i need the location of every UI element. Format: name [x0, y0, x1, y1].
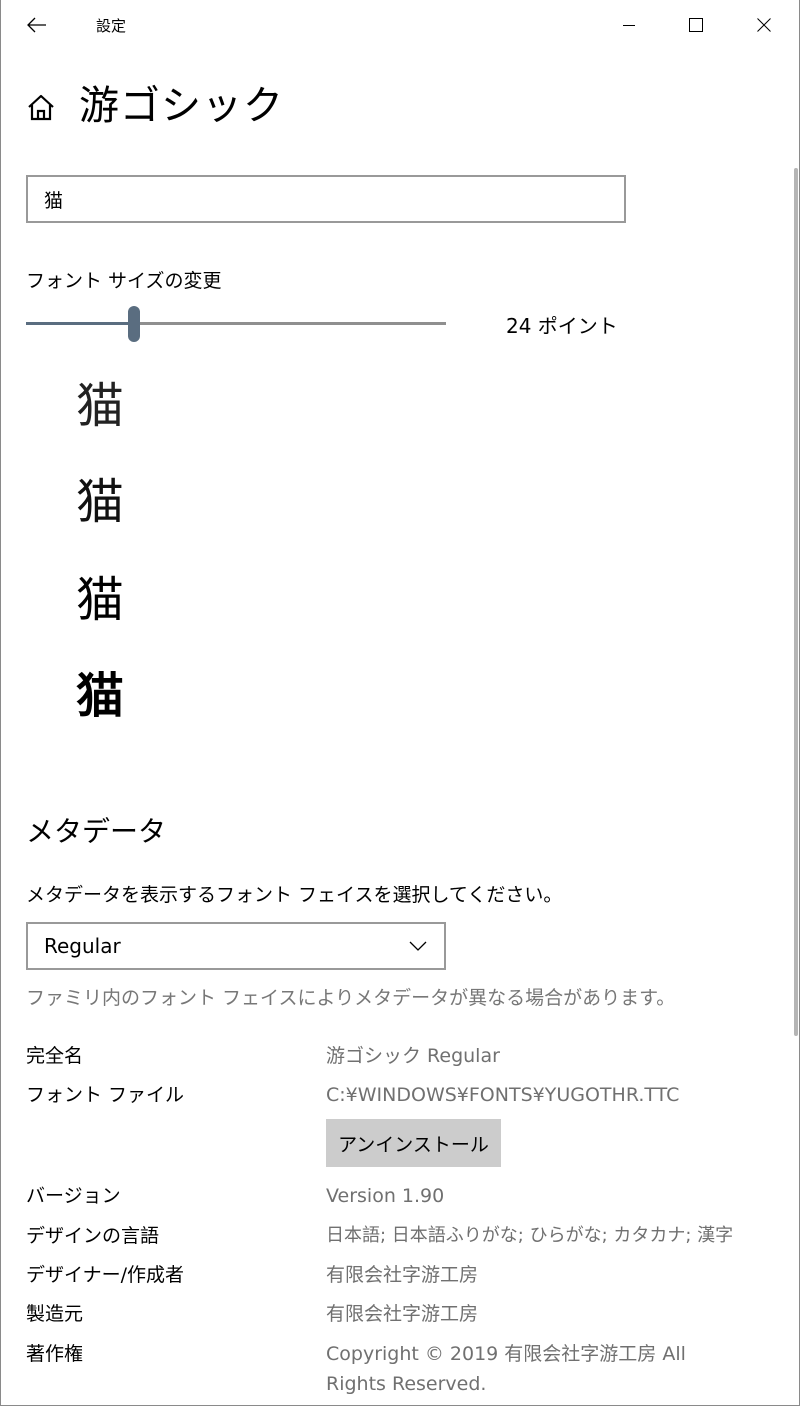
home-button[interactable] [25, 92, 57, 124]
home-icon [28, 94, 54, 121]
meta-key: デザイナー/作成者 [26, 1264, 185, 1286]
slider-thumb[interactable] [127, 306, 140, 342]
meta-value: 日本語; 日本語ふりがな; ひらがな; カタカナ; 漢字 [326, 1225, 734, 1246]
maximize-icon [689, 18, 703, 32]
back-button[interactable] [17, 8, 57, 42]
preview-regular: 猫 [76, 572, 125, 628]
metadata-instruction: メタデータを表示するフォント フェイスを選択してください。 [26, 884, 563, 906]
close-button[interactable] [730, 0, 798, 50]
meta-value: Copyright © 2019 有限会社字游工房 All Rights Res… [326, 1343, 686, 1395]
meta-key: フォント ファイル [26, 1084, 185, 1106]
meta-key: デザインの言語 [26, 1225, 160, 1247]
minimize-icon [623, 25, 635, 26]
metadata-note: ファミリ内のフォント フェイスによりメタデータが異なる場合があります。 [26, 987, 676, 1009]
minimize-button[interactable] [595, 0, 663, 50]
title-bar: 設定 [1, 0, 800, 50]
font-size-slider[interactable] [26, 306, 446, 342]
page-title: 游ゴシック [79, 83, 284, 129]
slider-fill [26, 322, 134, 325]
window-title: 設定 [96, 17, 127, 35]
meta-key: バージョン [26, 1185, 121, 1207]
metadata-heading: メタデータ [26, 815, 167, 848]
meta-value: C:¥WINDOWS¥FONTS¥YUGOTHR.TTC [326, 1084, 680, 1106]
font-size-value: 24 ポイント [506, 314, 618, 338]
close-icon [757, 18, 771, 32]
uninstall-button[interactable]: アンインストール [326, 1119, 501, 1167]
meta-value: Version 1.90 [326, 1185, 445, 1207]
meta-value: 游ゴシック Regular [326, 1045, 500, 1067]
meta-value: 有限会社字游工房 [326, 1264, 479, 1286]
preview-bold: 猫 [76, 668, 125, 724]
preview-semilight: 猫 [76, 474, 125, 530]
preview-light: 猫 [76, 378, 125, 434]
font-face-selected: Regular [44, 934, 121, 958]
maximize-button[interactable] [662, 0, 730, 50]
meta-value: 有限会社字游工房 [326, 1303, 479, 1325]
font-face-dropdown[interactable]: Regular [26, 922, 446, 970]
chevron-down-icon [409, 941, 427, 951]
meta-key: 製造元 [26, 1303, 84, 1325]
font-size-label: フォント サイズの変更 [26, 270, 222, 292]
arrow-left-icon [27, 17, 46, 33]
sample-text-input[interactable] [26, 175, 626, 223]
settings-window: 設定 游ゴシック フォント サイズの変更 24 ポイント 猫 猫 猫 猫 メタデ… [0, 0, 800, 1406]
vertical-scrollbar[interactable] [794, 168, 798, 1036]
meta-key: 完全名 [26, 1045, 84, 1067]
meta-key: 著作権 [26, 1343, 84, 1365]
